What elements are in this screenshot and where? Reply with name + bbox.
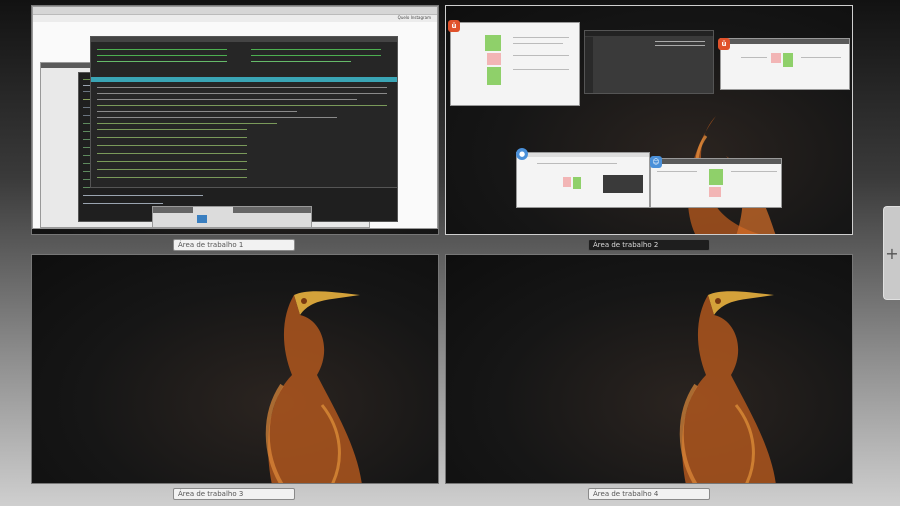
plus-icon: +: [885, 244, 899, 263]
workspace-2-thumbnail[interactable]: ü ü ● ☺: [445, 5, 853, 235]
add-workspace-button[interactable]: +: [883, 206, 900, 300]
app-icon-2: ü: [718, 38, 730, 50]
workspace-3-thumbnail[interactable]: [31, 254, 439, 484]
workspace-1-label[interactable]: Área de trabalho 1: [173, 239, 295, 251]
workspace-3-label[interactable]: Área de trabalho 3: [173, 488, 295, 500]
wallpaper-firebird: [265, 291, 362, 483]
settings-window-thumbnail-2[interactable]: [720, 38, 850, 90]
htop-window-thumbnail[interactable]: [90, 36, 398, 188]
workspace-2-label[interactable]: Área de trabalho 2: [588, 239, 710, 251]
dark-window-thumbnail[interactable]: [584, 30, 714, 94]
workspace-4-thumbnail[interactable]: [445, 254, 853, 484]
chrome-window-thumbnail[interactable]: [516, 152, 650, 208]
chrome-icon: ●: [516, 148, 528, 160]
settings-window-thumbnail[interactable]: [450, 22, 580, 106]
dialog-thumbnail[interactable]: [152, 206, 312, 228]
app-icon: ü: [448, 20, 460, 32]
htop-header-row: [91, 77, 397, 82]
finder-icon: ☺: [650, 156, 662, 168]
workspace-4-label[interactable]: Área de trabalho 4: [588, 488, 710, 500]
workspace-1-thumbnail[interactable]: Quelo Instagram: [31, 5, 439, 235]
browser-tab-strip: [33, 7, 437, 15]
wallpaper-firebird: [679, 291, 776, 483]
browser-user-label: Quelo Instagram: [397, 15, 431, 20]
finder-window-thumbnail[interactable]: [650, 158, 782, 208]
